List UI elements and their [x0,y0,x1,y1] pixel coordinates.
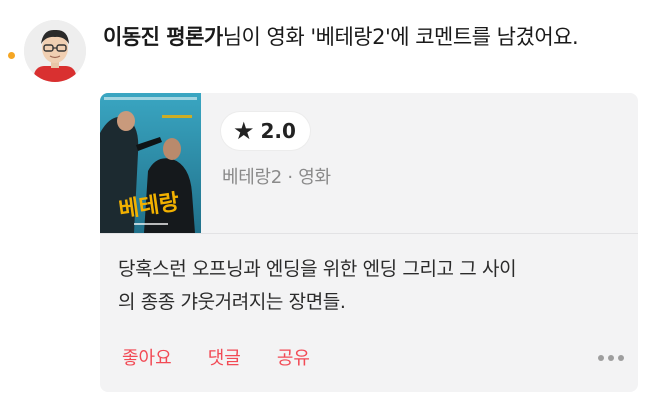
poster-artwork: 베테랑 [100,93,201,233]
more-dot [608,355,614,361]
card-divider [100,233,638,234]
feed-page: 이동진 평론가님이 영화 '베테랑2'에 코멘트를 남겼어요. 베테랑 ★ 2.… [0,0,659,409]
headline-text: 님이 영화 '베테랑2'에 코멘트를 남겼어요. [222,25,579,49]
activity-headline: 이동진 평론가님이 영화 '베테랑2'에 코멘트를 남겼어요. [103,22,643,52]
avatar[interactable] [24,20,86,82]
rating-badge: ★ 2.0 [221,112,310,150]
reply-button[interactable]: 댓글 [208,344,241,370]
rating-score: 2.0 [260,119,296,143]
share-button[interactable]: 공유 [277,344,310,370]
like-button[interactable]: 좋아요 [122,344,172,370]
unread-indicator [8,52,15,59]
comment-line: 당혹스런 오프닝과 엔딩을 위한 엔딩 그리고 그 사이 [118,258,517,280]
more-dot [598,355,604,361]
comment-card[interactable]: 베테랑 ★ 2.0 베테랑2 · 영화 당혹스런 오프닝과 엔딩을 위한 엔딩 … [100,93,638,392]
movie-poster[interactable]: 베테랑 [100,93,201,233]
avatar-image [24,20,86,82]
comment-body[interactable]: 당혹스런 오프닝과 엔딩을 위한 엔딩 그리고 그 사이 의 종종 갸웃거려지는… [118,253,618,319]
more-icon[interactable] [598,355,624,361]
comment-actions: 좋아요 댓글 공유 [122,344,346,370]
star-icon: ★ [233,117,255,145]
comment-line: 의 종종 갸웃거려지는 장면들. [118,291,346,313]
movie-meta[interactable]: 베테랑2 · 영화 [222,163,331,189]
author-name[interactable]: 이동진 평론가 [103,25,223,49]
more-dot [618,355,624,361]
